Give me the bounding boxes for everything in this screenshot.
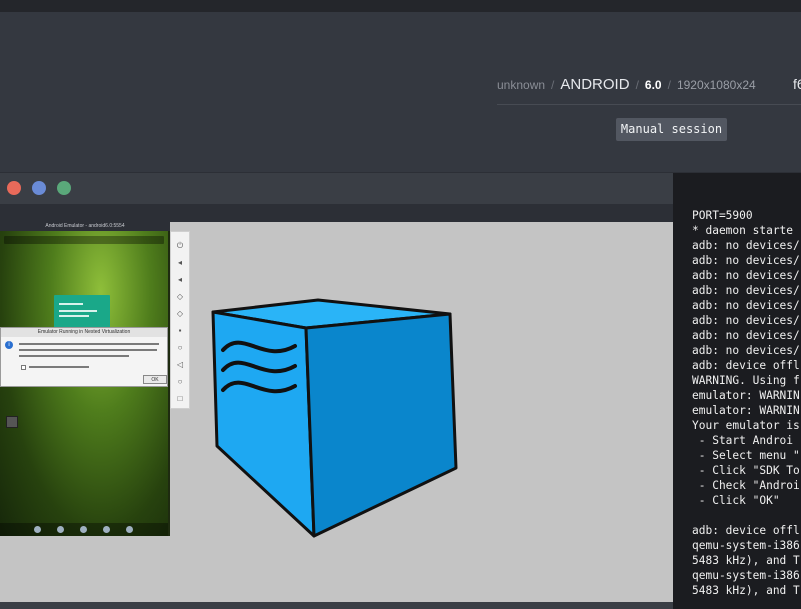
terminal-line: * daemon starte <box>692 224 794 237</box>
dialog-text-line <box>19 343 159 345</box>
terminal-line: - Check "Androi <box>692 479 800 492</box>
terminal-line: 5483 kHz), and T <box>692 554 800 567</box>
back-icon[interactable]: ◁ <box>176 361 184 369</box>
terminal-line: qemu-system-i386 <box>692 569 800 582</box>
terminal-line: adb: no devices/ <box>692 239 800 252</box>
rotate-left-icon[interactable]: ◇ <box>176 293 184 301</box>
never-show-checkbox[interactable] <box>21 365 26 370</box>
meta-separator: / <box>635 78 639 92</box>
terminal-line: - Click "OK" <box>692 494 780 507</box>
meta-separator: / <box>667 78 671 92</box>
browser-icon[interactable] <box>126 526 133 533</box>
terminal-line: WARNING. Using f <box>692 374 800 387</box>
power-icon[interactable]: ⏻ <box>176 242 184 250</box>
vnc-top-margin <box>0 204 673 222</box>
phone-icon[interactable] <box>34 526 41 533</box>
terminal-line: qemu-system-i386 <box>692 539 800 552</box>
terminal-line: - Select menu " <box>692 449 800 462</box>
terminal-line: emulator: WARNIN <box>692 404 800 417</box>
contacts-icon[interactable] <box>57 526 64 533</box>
emulator-title: Android Emulator - android6.0:5554 <box>0 222 170 231</box>
session-status: unknown <box>497 78 546 92</box>
volume-up-icon[interactable]: ◂ <box>176 259 184 267</box>
vnc-bottom-bar <box>0 602 673 609</box>
dialog-ok-button[interactable]: OK <box>143 375 167 384</box>
meta-separator: / <box>551 78 555 92</box>
terminal-line: adb: no devices/ <box>692 254 800 267</box>
emulator-side-toolbar: ⏻ ◂ ◂ ◇ ◇ ▪ ○ ◁ ○ □ <box>170 231 190 409</box>
welcome-line <box>59 310 97 312</box>
rotate-right-icon[interactable]: ◇ <box>176 310 184 318</box>
session-meta: unknown / ANDROID / 6.0 / 1920x1080x24 f… <box>497 76 801 93</box>
terminal-line: adb: device offl <box>692 524 800 537</box>
emulator-search-bar[interactable] <box>4 236 164 244</box>
volume-down-icon[interactable]: ◂ <box>176 276 184 284</box>
terminal-line: adb: no devices/ <box>692 284 800 297</box>
emulator-window[interactable]: Android Emulator - android6.0:5554 Emula… <box>0 222 190 536</box>
terminal-line: - Click "SDK To <box>692 464 800 477</box>
terminal-line: adb: no devices/ <box>692 329 800 342</box>
session-os: ANDROID <box>560 76 630 93</box>
camera-icon[interactable]: ▪ <box>176 327 184 335</box>
idle-cube-icon <box>211 298 458 538</box>
vnc-window-titlebar <box>0 173 673 204</box>
terminal-line: adb: no devices/ <box>692 314 800 327</box>
session-header: unknown / ANDROID / 6.0 / 1920x1080x24 f… <box>0 12 801 172</box>
dialog-text-line <box>19 355 129 357</box>
terminal-line: - Start Androi <box>692 434 794 447</box>
terminal-line: adb: no devices/ <box>692 344 800 357</box>
terminal-line: PORT=5900 <box>692 209 753 222</box>
terminal-line: Your emulator is <box>692 419 800 432</box>
welcome-line <box>59 315 89 317</box>
terminal-output: PORT=5900 * daemon starte adb: no devices/… <box>692 208 800 598</box>
zoom-icon[interactable]: ○ <box>176 344 184 352</box>
home-icon[interactable]: ○ <box>176 378 184 386</box>
nested-virtualization-dialog[interactable]: Emulator Running in Nested Virtualizatio… <box>0 327 168 387</box>
emulator-dock <box>0 523 168 536</box>
remote-desktop-viewport[interactable]: Android Emulator - android6.0:5554 Emula… <box>0 222 673 602</box>
app-shortcut-icon[interactable] <box>6 416 18 428</box>
terminal-line: adb: device offl <box>692 359 800 372</box>
session-version: 6.0 <box>644 78 662 92</box>
log-terminal[interactable]: PORT=5900 * daemon starte adb: no devices/… <box>673 173 801 609</box>
messages-icon[interactable] <box>103 526 110 533</box>
window-minimize-button[interactable] <box>32 181 46 195</box>
session-resolution: 1920x1080x24 <box>676 78 756 92</box>
overview-icon[interactable]: □ <box>176 395 184 403</box>
window-maximize-button[interactable] <box>57 181 71 195</box>
manual-session-badge: Manual session <box>616 118 727 141</box>
window-close-button[interactable] <box>7 181 21 195</box>
info-icon: i <box>5 341 13 349</box>
terminal-line: emulator: WARNIN <box>692 389 800 402</box>
terminal-line: adb: no devices/ <box>692 269 800 282</box>
apps-drawer-icon[interactable] <box>80 526 87 533</box>
terminal-line: 5483 kHz), and T <box>692 584 800 597</box>
checkbox-label-line <box>29 366 89 368</box>
dialog-title: Emulator Running in Nested Virtualizatio… <box>1 328 167 337</box>
session-id-truncated: f6 <box>793 76 801 92</box>
header-divider <box>497 104 801 105</box>
top-strip <box>0 0 801 12</box>
terminal-line: adb: no devices/ <box>692 299 800 312</box>
dialog-text-line <box>19 349 157 351</box>
welcome-line <box>59 303 83 305</box>
emulator-screen[interactable]: Emulator Running in Nested Virtualizatio… <box>0 231 168 536</box>
